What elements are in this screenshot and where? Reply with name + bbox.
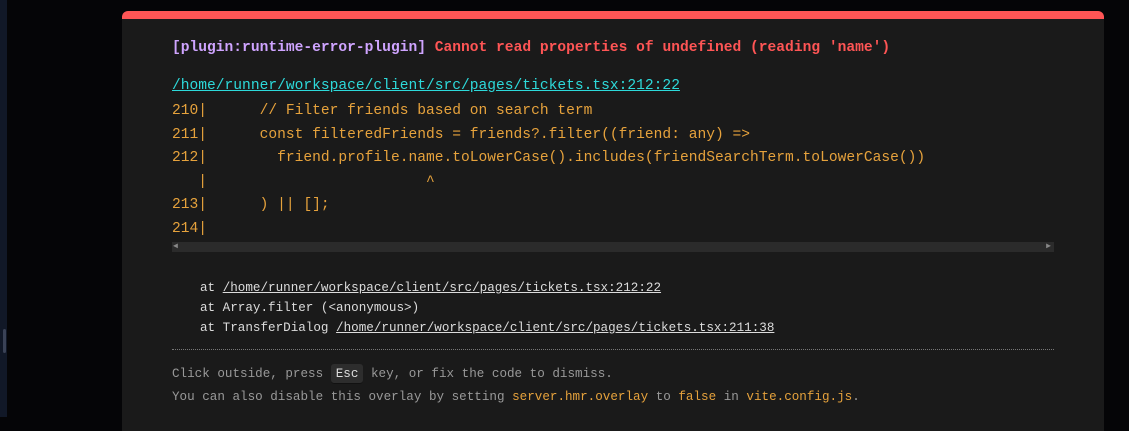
stack-link[interactable]: /home/runner/workspace/client/src/pages/…: [223, 281, 661, 295]
code-line: 213| ) || [];: [172, 197, 330, 213]
setting-value: false: [678, 390, 717, 404]
tip-text: key, or fix the code to dismiss.: [363, 367, 613, 381]
stack-line: at TransferDialog /home/runner/workspace…: [200, 318, 774, 338]
scroll-right-arrow-icon[interactable]: ▶: [1046, 243, 1051, 251]
stack-prefix: at: [200, 281, 223, 295]
error-message: [plugin:runtime-error-plugin] Cannot rea…: [172, 40, 890, 56]
stack-prefix: at Array.filter (<anonymous>): [200, 301, 420, 315]
tip-text: .: [852, 390, 860, 404]
stack-trace: at /home/runner/workspace/client/src/pag…: [200, 278, 774, 338]
disable-tip: You can also disable this overlay by set…: [172, 390, 860, 404]
code-line-caret: | ^: [172, 173, 435, 190]
error-file-link[interactable]: /home/runner/workspace/client/src/pages/…: [172, 78, 680, 94]
tip-text: to: [648, 390, 679, 404]
setting-name: server.hmr.overlay: [512, 390, 649, 404]
code-line: 214|: [172, 220, 208, 237]
esc-key: Esc: [330, 364, 364, 384]
stack-link[interactable]: /home/runner/workspace/client/src/pages/…: [336, 321, 774, 335]
config-file: vite.config.js: [746, 390, 853, 404]
tip-text: You can also disable this overlay by set…: [172, 390, 513, 404]
stack-line: at /home/runner/workspace/client/src/pag…: [200, 278, 774, 298]
code-line: 212| friend.profile.name.toLowerCase().i…: [172, 150, 926, 166]
tip-text: Click outside, press: [172, 367, 331, 381]
error-overlay-panel: [plugin:runtime-error-plugin] Cannot rea…: [122, 11, 1104, 431]
scrollbar-thumb[interactable]: [3, 329, 6, 353]
stack-prefix: at TransferDialog: [200, 321, 337, 335]
divider: [172, 349, 1054, 350]
error-text: Cannot read properties of undefined (rea…: [434, 40, 891, 56]
scroll-left-arrow-icon[interactable]: ◀: [173, 243, 178, 251]
plugin-name: [plugin:runtime-error-plugin]: [172, 40, 426, 56]
stack-line: at Array.filter (<anonymous>): [200, 298, 774, 318]
tip-text: in: [716, 390, 747, 404]
code-line: 210| // Filter friends based on search t…: [172, 103, 593, 119]
code-line: 211| const filteredFriends = friends?.fi…: [172, 126, 751, 143]
dismiss-tip: Click outside, press Esc key, or fix the…: [172, 364, 613, 384]
horizontal-scrollbar[interactable]: ◀ ▶: [172, 242, 1054, 252]
code-frame: 210| // Filter friends based on search t…: [172, 100, 1054, 241]
left-scrollbar-track: [0, 0, 7, 417]
